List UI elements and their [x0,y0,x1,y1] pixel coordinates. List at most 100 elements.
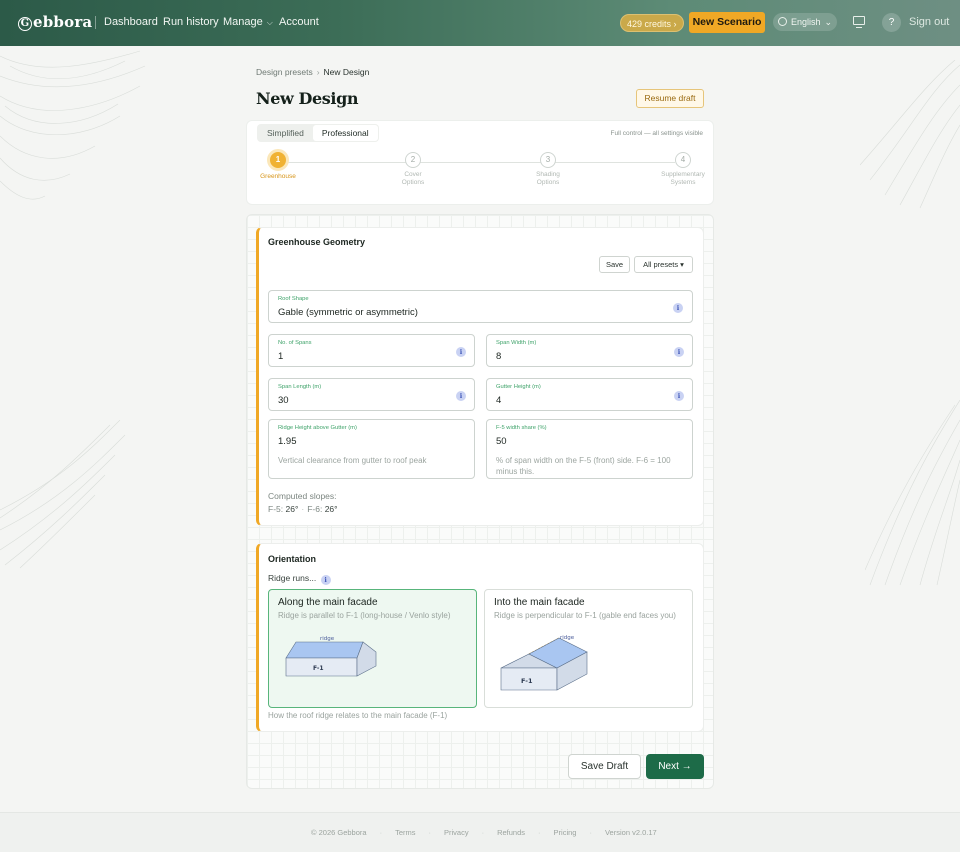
logo[interactable]: Gebbora [18,13,92,31]
orientation-option-along[interactable]: Along the main facade Ridge is parallel … [268,589,477,708]
mode-description: Full control — all settings visible [610,130,703,137]
topo-decoration-top-right [860,60,960,209]
field-value: 8 [496,351,502,362]
footer-pricing-link[interactable]: Pricing [554,828,577,837]
computed-slopes-values: F-5: 26° · F-6: 26° [268,504,338,514]
footer-links: © 2026 Gebbora · Terms · Privacy · Refun… [311,828,657,837]
save-preset-button[interactable]: Save [599,256,630,273]
topo-decoration-left [0,420,126,569]
credits-count: 429 credits [627,19,672,29]
field-label: Span Width (m) [496,340,537,346]
span-width-input[interactable]: Span Width (m) 8 i [486,334,693,367]
info-icon[interactable]: i [456,347,466,357]
orientation-option-into[interactable]: Into the main facade Ridge is perpendicu… [484,589,693,708]
nav-manage-label: Manage [223,16,263,28]
spans-input[interactable]: No. of Spans 1 i [268,334,475,367]
option-description: Ridge is parallel to F-1 (long-house / V… [278,611,451,620]
field-label: Roof Shape [278,296,309,302]
page-title: New Design [256,89,359,108]
step-shading-options[interactable]: 3 Shading Options [518,152,578,187]
help-button[interactable]: ? [882,13,901,32]
breadcrumb-separator: › [316,67,320,77]
all-presets-dropdown[interactable]: All presets ▾ [634,256,693,273]
nav-account[interactable]: Account [279,16,319,28]
step-number: 1 [267,149,289,171]
top-navigation-bar: Gebbora Dashboard Run history Manage ⌵ Ac… [0,0,960,46]
footer-version: Version v2.0.17 [604,828,657,837]
field-label: No. of Spans [278,340,312,346]
gutter-height-input[interactable]: Gutter Height (m) 4 i [486,378,693,411]
monitor-icon[interactable] [853,16,865,28]
globe-icon [778,17,787,26]
info-icon[interactable]: i [674,391,684,401]
step-number: 3 [540,152,556,168]
footer-terms-link[interactable]: Terms [395,828,415,837]
step-label: Shading Options [536,171,560,186]
info-icon[interactable]: i [673,303,683,313]
field-label: Gutter Height (m) [496,384,541,390]
nav-divider [95,16,96,29]
field-value: Gable (symmetric or asymmetric) [278,307,418,318]
mode-professional-button[interactable]: Professional [312,125,378,141]
footer-refunds-link[interactable]: Refunds [497,828,525,837]
logo-text: ebbora [33,13,93,31]
f5-width-share-input[interactable]: F-5 width share (%) 50 % of span width o… [486,419,693,479]
breadcrumb: Design presets › New Design [256,67,369,77]
section-title: Greenhouse Geometry [268,237,366,247]
step-cover-options[interactable]: 2 Cover Options [383,152,443,187]
ridge-tag: ridge [320,636,335,642]
option-description: Ridge is perpendicular to F-1 (gable end… [494,611,676,620]
info-icon[interactable]: i [674,347,684,357]
step-number: 2 [405,152,421,168]
info-icon[interactable]: i [456,391,466,401]
nav-dashboard[interactable]: Dashboard [104,16,158,28]
computed-slopes-label: Computed slopes: [268,491,337,501]
footer: © 2026 Gebbora · Terms · Privacy · Refun… [0,812,960,852]
field-value: 50 [496,436,507,447]
step-supplementary-systems[interactable]: 4 Supplementary Systems [653,152,713,187]
field-label: Span Length (m) [278,384,322,390]
credits-badge[interactable]: 429 credits › [620,14,684,32]
logo-mark: G [18,17,32,31]
step-label: Greenhouse [260,173,296,180]
computed-slopes: Computed slopes: F-5: 26° · F-6: 26° [268,490,338,516]
facade-tag: F-1 [313,665,324,672]
mode-simplified-button[interactable]: Simplified [258,125,313,141]
footer-copyright: © 2026 Gebbora [311,828,367,837]
breadcrumb-parent[interactable]: Design presets [256,67,313,77]
field-value: 30 [278,395,289,406]
field-hint: Vertical clearance from gutter to roof p… [278,456,427,465]
mode-toggle: Simplified Professional [257,124,379,142]
span-length-input[interactable]: Span Length (m) 30 i [268,378,475,411]
ridge-height-input[interactable]: Ridge Height above Gutter (m) 1.95 Verti… [268,419,475,479]
language-select[interactable]: English ⌄ [773,13,837,31]
save-draft-button[interactable]: Save Draft [568,754,641,779]
section-title: Orientation [268,554,317,564]
language-label: English [791,17,821,27]
footer-separator: · [481,828,485,837]
credits-arrow-icon: › [673,19,677,29]
new-scenario-button[interactable]: New Scenario [689,12,765,33]
orientation-hint: How the roof ridge relates to the main f… [268,711,448,720]
footer-privacy-link[interactable]: Privacy [444,828,469,837]
sign-out-link[interactable]: Sign out [909,16,949,28]
step-number: 4 [675,152,691,168]
ridge-runs-label: Ridge runs... i [268,573,331,585]
option-title: Into the main facade [494,597,585,608]
nav-manage[interactable]: Manage ⌵ [223,16,273,28]
info-icon[interactable]: i [320,575,331,585]
field-value: 4 [496,395,502,406]
stepper-track [287,162,675,163]
footer-separator: · [379,828,383,837]
field-label: Ridge Height above Gutter (m) [278,425,357,431]
stepper-card: Simplified Professional Full control — a… [246,120,714,205]
roof-shape-select[interactable]: Roof Shape Gable (symmetric or asymmetri… [268,290,693,323]
step-greenhouse[interactable]: 1 Greenhouse [248,149,308,181]
breadcrumb-current: New Design [323,67,370,77]
next-button[interactable]: Next → [646,754,704,779]
resume-draft-button[interactable]: Resume draft [636,89,704,108]
greenhouse-into-illustration: ridge F-1 [500,635,588,691]
nav-run-history[interactable]: Run history [163,16,219,28]
step-label: Cover Options [401,171,425,186]
field-value: 1 [278,351,284,362]
